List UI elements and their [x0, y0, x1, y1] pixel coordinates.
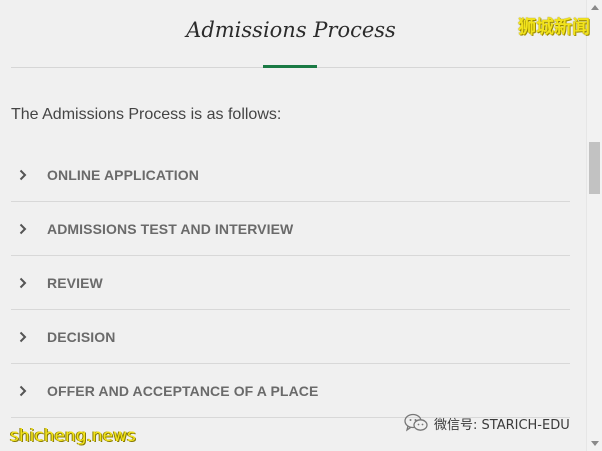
wechat-watermark: 微信号: STARICH-EDU [404, 413, 570, 433]
wechat-id-text: 微信号: STARICH-EDU [434, 417, 570, 433]
accordion-item-online-application[interactable]: ONLINE APPLICATION [11, 148, 570, 202]
admissions-accordion: ONLINE APPLICATION ADMISSIONS TEST AND I… [11, 148, 570, 418]
accordion-item-label: ADMISSIONS TEST AND INTERVIEW [47, 220, 294, 237]
chevron-right-icon [19, 169, 33, 181]
chevron-right-icon [19, 277, 33, 289]
accordion-item-label: ONLINE APPLICATION [47, 166, 199, 183]
wechat-icon [404, 413, 428, 433]
intro-text: The Admissions Process is as follows: [11, 106, 282, 123]
vertical-scrollbar[interactable] [586, 0, 602, 451]
accordion-item-review[interactable]: REVIEW [11, 256, 570, 310]
watermark-bottom-left: shicheng.news [10, 426, 136, 446]
accordion-item-label: DECISION [47, 328, 116, 345]
accordion-item-label: OFFER AND ACCEPTANCE OF A PLACE [47, 382, 319, 399]
main-content: Admissions Process The Admissions Proces… [0, 0, 586, 451]
watermark-top-right: 狮城新闻 [518, 17, 590, 38]
scroll-up-arrow-icon[interactable] [591, 5, 599, 10]
page-title: Admissions Process [186, 18, 396, 42]
chevron-right-icon [19, 385, 33, 397]
chevron-right-icon [19, 223, 33, 235]
accordion-item-admissions-test-and-interview[interactable]: ADMISSIONS TEST AND INTERVIEW [11, 202, 570, 256]
accordion-item-offer-and-acceptance[interactable]: OFFER AND ACCEPTANCE OF A PLACE [11, 364, 570, 418]
chevron-right-icon [19, 331, 33, 343]
accordion-item-decision[interactable]: DECISION [11, 310, 570, 364]
title-accent-bar [263, 65, 317, 68]
accordion-item-label: REVIEW [47, 274, 103, 291]
scrollbar-thumb[interactable] [589, 142, 600, 194]
scroll-down-arrow-icon[interactable] [591, 441, 599, 446]
